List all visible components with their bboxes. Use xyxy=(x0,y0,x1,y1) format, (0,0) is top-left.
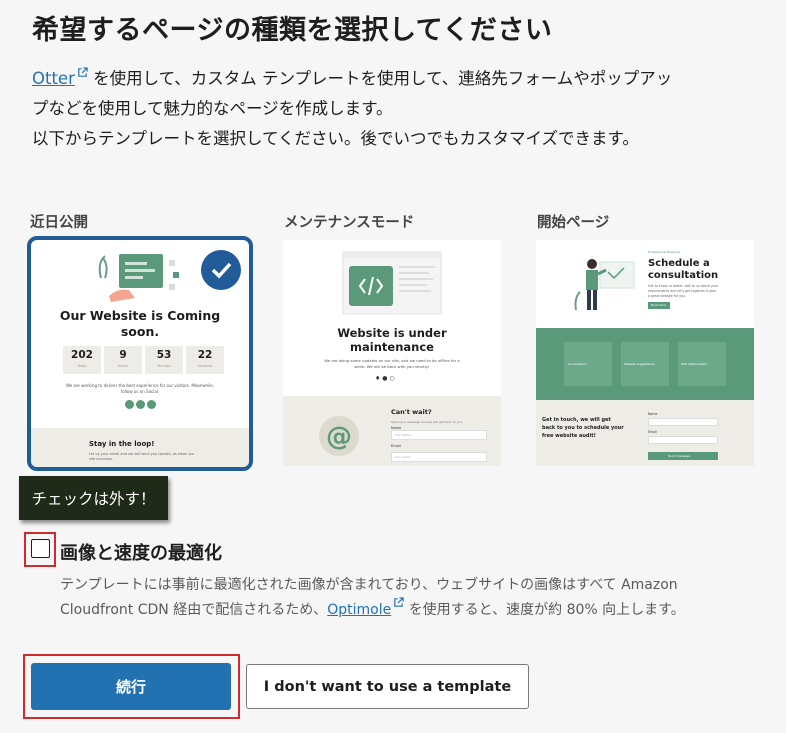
countdown-seconds: 22 Seconds xyxy=(186,346,224,374)
intro-line-3: 以下からテンプレートを選択してください。後でいつでもカスタマイズできます。 xyxy=(32,129,639,148)
selected-check-icon xyxy=(201,250,241,290)
template-label-maintenance: メンテナンスモード xyxy=(284,215,415,231)
social-instagram-icon xyxy=(147,400,156,409)
countdown-hours: 9 Hours xyxy=(104,346,142,374)
thumb-heading: Website is under maintenance xyxy=(337,326,447,354)
thumb-features: Consultation Website suggestions SEO Opt… xyxy=(536,328,754,400)
optimole-link[interactable]: Optimole xyxy=(327,602,391,618)
external-link-icon xyxy=(78,67,88,77)
countdown-days: 202 Days xyxy=(63,346,101,374)
browser-code-icon xyxy=(342,251,442,315)
thumb-heading: Our Website is Coming soon. xyxy=(59,308,221,339)
template-label-landing: 開始ページ xyxy=(537,215,610,231)
page-title: 希望するページの種類を選択してください xyxy=(32,15,553,46)
social-facebook-icon xyxy=(136,400,145,409)
thumb-body: We are doing some updates on our site, a… xyxy=(324,358,460,369)
intro-line-1: Otter を使用して、カスタム テンプレートを使用して、連絡先フォームやポップ… xyxy=(32,64,762,94)
intro-text: Otter を使用して、カスタム テンプレートを使用して、連絡先フォームやポップ… xyxy=(32,64,762,154)
continue-button[interactable]: 続行 xyxy=(31,663,231,710)
no-template-button[interactable]: I don't want to use a template xyxy=(246,664,529,709)
thumb-footer: @ Can't wait? Send us a message and we w… xyxy=(283,396,501,466)
thumb-footer: Stay in the loop! Let us your email and … xyxy=(31,428,249,467)
intro-line-1-text: を使用して、カスタム テンプレートを使用して、連絡先フォームやポップアッ xyxy=(93,69,673,88)
countdown-minutes: 53 Minutes xyxy=(145,346,183,374)
otter-link[interactable]: Otter xyxy=(32,69,75,88)
thumb-body: Get to know us better, talk to us about … xyxy=(648,284,719,298)
thumb-heading: Schedule a consultation xyxy=(648,258,719,281)
social-twitter-icon xyxy=(125,400,134,409)
template-label-coming-soon: 近日公開 xyxy=(30,215,88,231)
intro-line-2: プなどを使用して魅力的なページを作成します。 xyxy=(32,99,393,118)
social-icons: ♦ ● ○ xyxy=(375,375,395,382)
template-card-landing[interactable]: Professional Business Schedule a consult… xyxy=(536,240,754,466)
at-sign-icon: @ xyxy=(319,416,359,456)
laptop-illustration-icon xyxy=(98,254,179,302)
external-link-icon xyxy=(394,597,404,607)
template-card-maintenance[interactable]: Website is under maintenance We are doin… xyxy=(283,240,501,466)
svg-text:@: @ xyxy=(326,422,352,452)
thumb-contact: Get in touch, we will get back to you to… xyxy=(536,400,754,466)
thumb-cta: Book Now xyxy=(648,302,670,309)
optimize-option-description: テンプレートには事前に最適化された画像が含まれており、ウェブサイトの画像はすべて… xyxy=(60,577,685,618)
thumb-body: We are working to deliver the best exper… xyxy=(65,383,215,394)
template-card-coming-soon[interactable]: Our Website is Coming soon. 202 Days 9 Hou… xyxy=(27,236,253,471)
optimize-images-checkbox[interactable] xyxy=(31,539,50,558)
annotation-tooltip: チェックは外す！ xyxy=(19,476,168,520)
person-presenting-icon xyxy=(574,259,635,311)
optimize-option-title: 画像と速度の最適化 xyxy=(60,543,222,564)
